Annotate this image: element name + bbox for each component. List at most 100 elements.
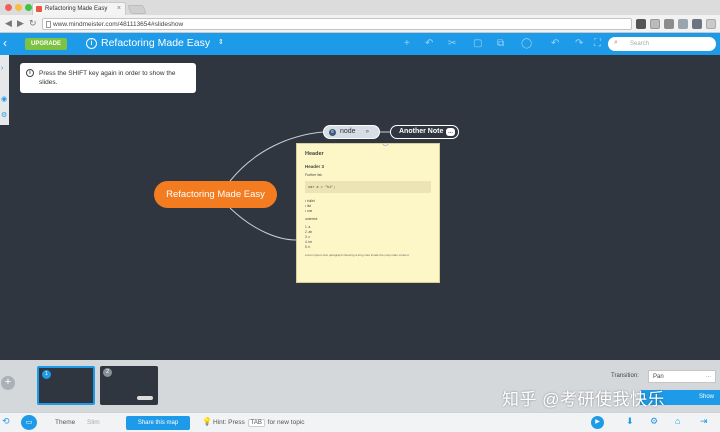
tab-close-icon[interactable]: ×	[117, 5, 121, 12]
search-icon: ⌕	[614, 39, 618, 46]
add-topic-icon[interactable]: +	[404, 38, 410, 49]
app-toolbar: ‹ UPGRADE i Refactoring Made Easy ⇕ + ↶ …	[0, 33, 720, 55]
bookmark-star-icon[interactable]	[650, 19, 660, 29]
note-text: Further list:	[305, 173, 323, 177]
theme-label: Theme	[55, 419, 76, 426]
slide-thumbnail-2[interactable]: 2	[100, 366, 158, 405]
reload-icon[interactable]: ↻	[29, 18, 37, 29]
note-ordered-list: 1. a 2. ab 3. c 4. be 5. h	[305, 225, 431, 249]
window-maximize-button[interactable]	[25, 4, 32, 11]
upgrade-button[interactable]: UPGRADE	[25, 38, 67, 50]
settings-icon[interactable]: ⚙	[1, 111, 7, 119]
hint-text: Hint: Press TAB for new topic	[213, 419, 305, 427]
title-dropdown-icon[interactable]: ⇕	[218, 38, 224, 46]
tab-title: Refactoring Made Easy	[45, 6, 108, 12]
note-code-block: var a = "hi";	[305, 181, 431, 193]
note-text: ordered:	[305, 217, 319, 221]
browser-tab[interactable]: Refactoring Made Easy ×	[32, 2, 126, 15]
profile-avatar-icon[interactable]	[664, 19, 674, 29]
note-icon: ≡	[329, 128, 336, 136]
expand-chevron-icon[interactable]: »	[366, 126, 369, 138]
share-map-button[interactable]: Share this map	[126, 416, 190, 430]
play-icon[interactable]: ▶	[591, 416, 604, 429]
exit-icon[interactable]: ⇥	[700, 416, 708, 427]
url-text: www.mindmeister.com/481113654#slideshow	[53, 21, 184, 28]
root-topic-node[interactable]: Refactoring Made Easy	[154, 181, 277, 208]
url-input[interactable]: www.mindmeister.com/481113654#slideshow	[42, 18, 632, 30]
list-item: 3. c	[305, 235, 311, 239]
extension-icon-3[interactable]	[692, 19, 702, 29]
window-close-button[interactable]	[5, 4, 12, 11]
slide-thumbnail-1[interactable]: 1	[37, 366, 95, 405]
theme-value[interactable]: Slim	[87, 419, 100, 426]
settings-icon[interactable]: ⚙	[650, 416, 658, 427]
transition-label: Transition:	[611, 373, 639, 379]
info-icon: i	[26, 69, 34, 77]
redo-icon[interactable]: ↷	[575, 38, 583, 49]
watermark: 知乎 @考研使我快乐	[502, 390, 665, 409]
extension-icon-2[interactable]	[678, 19, 688, 29]
browser-menu-icon[interactable]	[706, 19, 716, 29]
home-icon[interactable]: ⌂	[675, 416, 680, 426]
note-paragraph: Lorem ipsum text paragraph showing a lon…	[305, 253, 410, 257]
map-title[interactable]: Refactoring Made Easy	[101, 37, 210, 49]
copy-icon[interactable]: ⧉	[497, 38, 504, 49]
lightbulb-icon: 💡	[202, 417, 212, 426]
bottom-bar: ⟲ ▭ Theme Slim Share this map 💡 Hint: Pr…	[0, 412, 720, 432]
list-item: • bullet	[305, 199, 315, 203]
search-input[interactable]: ⌕ Search	[608, 37, 716, 51]
list-item: 5. h	[305, 245, 311, 249]
left-side-panel: › ◉ ⚙	[0, 55, 9, 125]
undo-icon[interactable]: ↶	[551, 38, 559, 49]
note-close-icon[interactable]	[382, 144, 389, 146]
connector-root-to-note	[229, 207, 297, 241]
more-options-icon[interactable]: ...	[706, 373, 711, 379]
list-item: 1. a	[305, 225, 311, 229]
list-item: • list	[305, 204, 311, 208]
style-icon[interactable]: ◯	[521, 38, 532, 49]
browser-address-bar: ◀ ▶ ↻ www.mindmeister.com/481113654#slid…	[0, 15, 720, 33]
fullscreen-icon[interactable]: ⛶	[594, 38, 601, 49]
new-tab-button[interactable]	[127, 5, 147, 14]
hint-key: TAB	[247, 419, 265, 427]
another-note-label: Another Note	[399, 128, 444, 135]
topic-node-label: node	[339, 128, 356, 135]
forward-arrow-icon[interactable]: ▶	[17, 18, 24, 29]
view-icon[interactable]: ◉	[1, 95, 7, 103]
expand-panel-icon[interactable]: ›	[1, 65, 3, 72]
list-item: • one	[305, 209, 313, 213]
cut-icon[interactable]: ✂	[448, 38, 456, 49]
note-heading-1: Header	[305, 151, 324, 157]
connect-icon[interactable]: ↶	[425, 38, 433, 49]
browser-tab-bar: Refactoring Made Easy ×	[0, 0, 720, 15]
add-slide-button[interactable]: +	[1, 376, 15, 390]
note-popup[interactable]: Header Header 3 Further list: var a = "h…	[296, 143, 440, 283]
download-icon[interactable]: ⬇	[626, 416, 634, 427]
topic-node[interactable]: ≡ node »	[323, 125, 380, 139]
history-icon[interactable]: ⟲	[2, 416, 10, 427]
note-bullet-list: • bullet • list • one	[305, 199, 431, 213]
slide-number: 1	[42, 370, 51, 379]
hint-text: Press the SHIFT key again in order to sh…	[39, 70, 176, 87]
back-icon[interactable]: ‹	[3, 36, 7, 50]
hint-prefix: Hint: Press	[213, 419, 245, 426]
slide-mini-node	[137, 396, 153, 400]
transition-value: Pan	[653, 374, 664, 380]
slide-number: 2	[103, 368, 112, 377]
page-icon	[46, 21, 51, 28]
transition-select[interactable]: Pan ...	[648, 370, 716, 383]
extension-icon[interactable]	[636, 19, 646, 29]
list-item: 4. be	[305, 240, 313, 244]
window-minimize-button[interactable]	[15, 4, 22, 11]
another-note-node[interactable]: Another Note …	[390, 125, 459, 139]
info-icon[interactable]: i	[86, 38, 97, 49]
search-placeholder: Search	[630, 41, 650, 47]
presentation-mode-icon[interactable]: ▭	[21, 415, 37, 430]
note-heading-3: Header 3	[305, 164, 325, 169]
back-arrow-icon[interactable]: ◀	[5, 18, 12, 29]
list-item: 2. ab	[305, 230, 313, 234]
mindmeister-favicon-icon	[36, 6, 42, 12]
shift-hint-tooltip: i Press the SHIFT key again in order to …	[20, 63, 196, 93]
note-badge-icon[interactable]: …	[446, 128, 455, 136]
frame-icon[interactable]: ▢	[473, 38, 482, 49]
